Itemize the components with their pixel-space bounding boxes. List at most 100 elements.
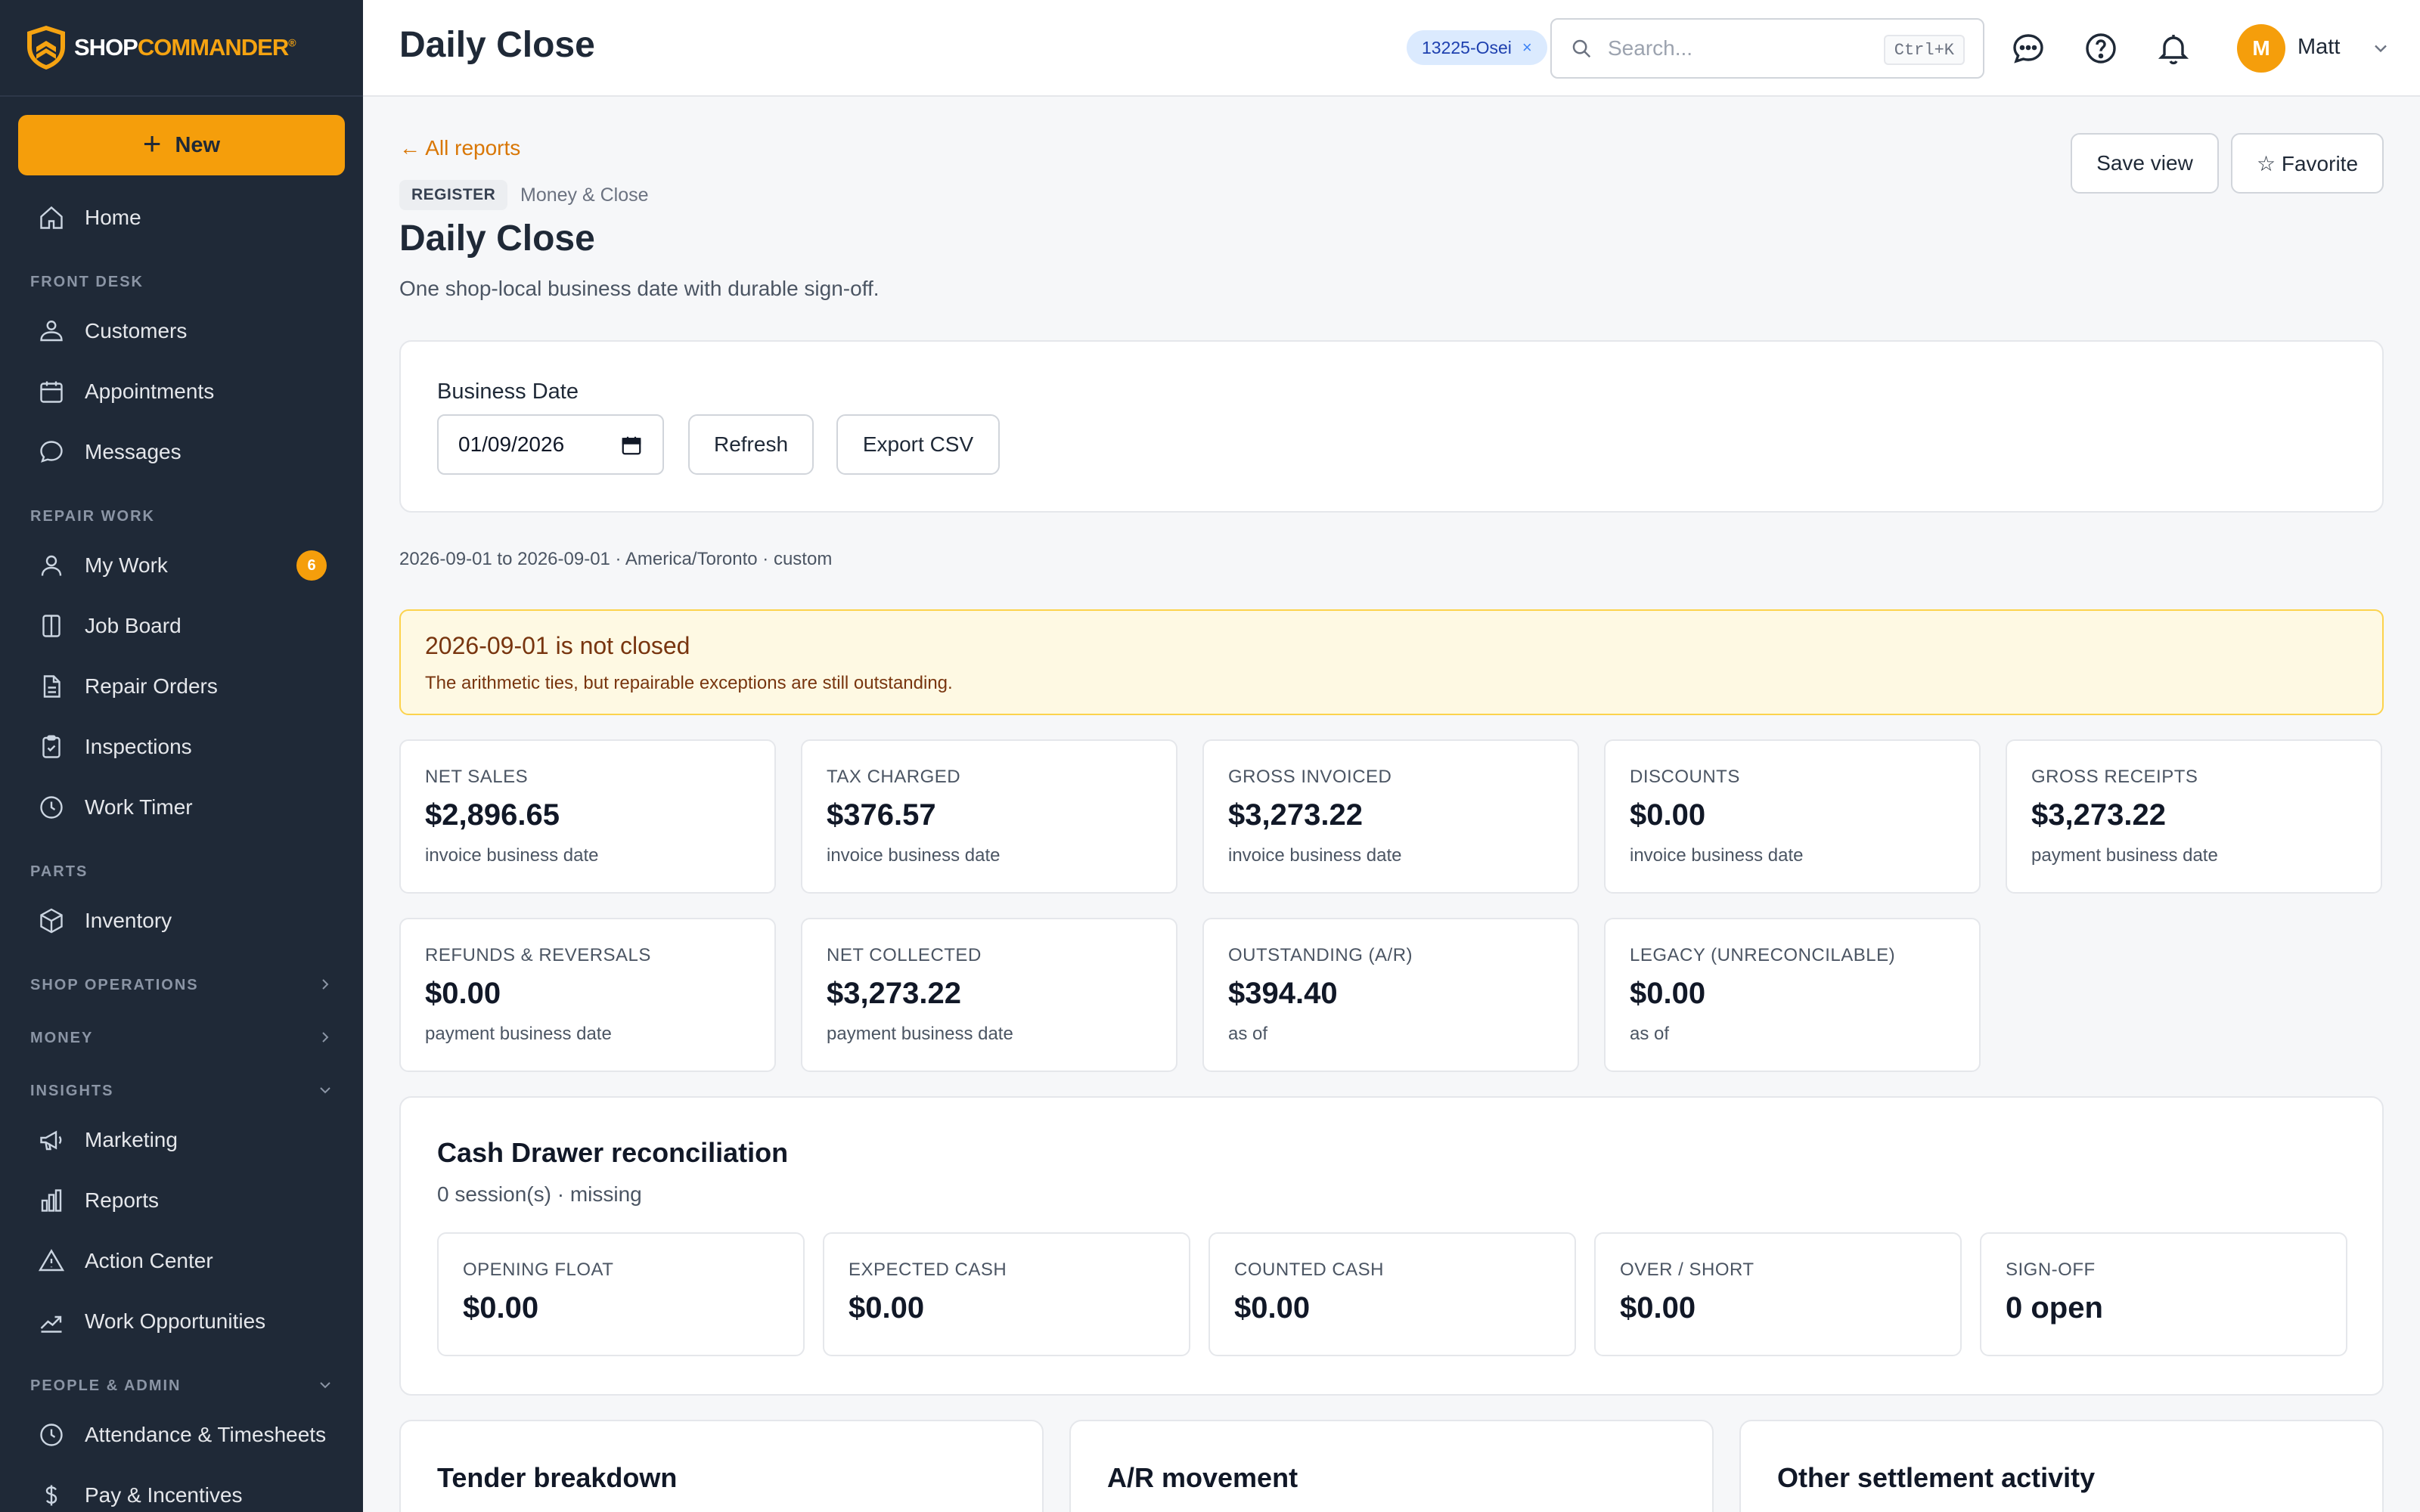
- metric-card: OUTSTANDING (A/R) $394.40 as of: [1202, 918, 1579, 1072]
- sidebar-item-label: Customers: [85, 319, 188, 342]
- not-closed-alert: 2026-09-01 is not closed The arithmetic …: [399, 609, 2384, 715]
- metric-value: $0.00: [1630, 977, 1706, 1010]
- sidebar-item-label: Appointments: [85, 380, 215, 403]
- sidebar-item-work-opportunities[interactable]: Work Opportunities: [0, 1297, 363, 1346]
- report-type-tag: REGISTER: [399, 180, 508, 210]
- metric-label: NET COLLECTED: [827, 945, 982, 965]
- brand-wordmark: SHOPCOMMANDER®: [74, 34, 296, 60]
- cash-drawer-stat: COUNTED CASH $0.00: [1208, 1232, 1576, 1356]
- metric-label: DISCOUNTS: [1630, 767, 1740, 787]
- metric-value: $0.00: [425, 977, 501, 1010]
- stat-label: OVER / SHORT: [1620, 1259, 1754, 1280]
- calendar-icon: [40, 381, 63, 403]
- clock-icon: [40, 1424, 63, 1446]
- export-csv-button[interactable]: Export CSV: [836, 414, 1000, 475]
- sidebar-item-home[interactable]: Home: [0, 194, 363, 242]
- warning-triangle-icon: [38, 1249, 65, 1272]
- chip-close-icon[interactable]: ×: [1522, 38, 1532, 57]
- location-chip[interactable]: 13225-Osei ×: [1407, 30, 1547, 65]
- search-input[interactable]: [1608, 36, 1865, 60]
- sidebar-item-my-work[interactable]: My Work 6: [0, 541, 363, 590]
- sidebar-item-messages[interactable]: Messages: [0, 428, 363, 476]
- favorite-button[interactable]: ☆ Favorite: [2231, 133, 2384, 194]
- sidebar-item-inventory[interactable]: Inventory: [0, 897, 363, 945]
- cash-drawer-stat: OVER / SHORT $0.00: [1594, 1232, 1962, 1356]
- nav-section-people-admin[interactable]: PEOPLE & ADMIN: [30, 1377, 330, 1395]
- metric-label: TAX CHARGED: [827, 767, 961, 787]
- other-settlement-card: Other settlement activity: [1739, 1420, 2384, 1512]
- filter-card: Business Date 01/09/2026 Refresh Export …: [399, 340, 2384, 513]
- dollar-icon: [45, 1485, 57, 1506]
- message-icon: [40, 441, 63, 463]
- sidebar-item-work-timer[interactable]: Work Timer: [0, 783, 363, 832]
- sidebar-item-marketing[interactable]: Marketing: [0, 1116, 363, 1164]
- user-name[interactable]: Matt: [2297, 35, 2340, 60]
- sidebar-item-attendance[interactable]: Attendance & Timesheets: [0, 1411, 363, 1459]
- nav-section-shop-operations[interactable]: SHOP OPERATIONS: [30, 977, 329, 994]
- metric-card: NET COLLECTED $3,273.22 payment business…: [801, 918, 1177, 1072]
- tender-breakdown-card: Tender breakdown: [399, 1420, 1044, 1512]
- nav-section-money[interactable]: MONEY: [30, 1030, 329, 1047]
- calendar-icon[interactable]: [620, 434, 643, 457]
- sidebar-item-label: Home: [85, 206, 141, 229]
- new-button[interactable]: + New: [18, 115, 345, 175]
- avatar[interactable]: M: [2237, 24, 2285, 73]
- sidebar-item-pay[interactable]: Pay & Incentives: [0, 1471, 363, 1512]
- cash-drawer-title: Cash Drawer reconciliation: [437, 1137, 789, 1168]
- sidebar-item-repair-orders[interactable]: Repair Orders: [0, 662, 363, 711]
- clipboard-check-icon: [42, 735, 60, 758]
- save-view-button[interactable]: Save view: [2071, 133, 2219, 194]
- sidebar-item-job-board[interactable]: Job Board: [0, 602, 363, 650]
- sidebar-item-label: Job Board: [85, 614, 182, 637]
- my-work-count-badge: 6: [296, 550, 327, 581]
- alert-body: The arithmetic ties, but repairable exce…: [425, 673, 953, 693]
- sidebar-item-appointments[interactable]: Appointments: [0, 367, 363, 416]
- cash-drawer-stat: OPENING FLOAT $0.00: [437, 1232, 805, 1356]
- chevron-down-icon[interactable]: [2370, 38, 2391, 59]
- business-date-label: Business Date: [437, 380, 579, 404]
- metric-basis: invoice business date: [827, 845, 1001, 866]
- chevron-right-icon: [322, 979, 329, 990]
- sidebar-item-customers[interactable]: Customers: [0, 307, 363, 355]
- brand-logo[interactable]: SHOPCOMMANDER®: [0, 0, 363, 97]
- board-icon: [42, 615, 60, 637]
- main-content: ← All reports Save view ☆ Favorite REGIS…: [363, 97, 2420, 1512]
- bell-icon[interactable]: [2155, 30, 2192, 67]
- metric-card: NET SALES $2,896.65 invoice business dat…: [399, 739, 776, 894]
- global-search[interactable]: Ctrl+K: [1550, 18, 1984, 79]
- shield-logo-icon: [27, 26, 65, 70]
- nav-section-insights[interactable]: INSIGHTS: [30, 1083, 330, 1100]
- clock-icon: [40, 796, 63, 819]
- business-date-input[interactable]: 01/09/2026: [437, 414, 664, 475]
- chat-icon[interactable]: [2010, 30, 2046, 67]
- page-subtitle: One shop-local business date with durabl…: [399, 277, 880, 300]
- card-title: A/R movement: [1107, 1462, 1298, 1493]
- nav-section-front-desk: FRONT DESK: [30, 274, 144, 290]
- back-to-reports-link[interactable]: ← All reports: [399, 136, 520, 160]
- refresh-button[interactable]: Refresh: [688, 414, 814, 475]
- sidebar-item-reports[interactable]: Reports: [0, 1176, 363, 1225]
- metric-card: GROSS INVOICED $3,273.22 invoice busines…: [1202, 739, 1579, 894]
- search-icon: [1572, 39, 1591, 58]
- help-icon[interactable]: [2083, 30, 2119, 67]
- sidebar-item-inspections[interactable]: Inspections: [0, 723, 363, 771]
- metric-basis: invoice business date: [1228, 845, 1402, 866]
- metric-value: $2,896.65: [425, 798, 560, 832]
- user-icon: [41, 555, 62, 576]
- metric-value: $0.00: [1630, 798, 1706, 832]
- home-icon: [40, 206, 63, 229]
- sidebar-item-action-center[interactable]: Action Center: [0, 1237, 363, 1285]
- nav-section-label: SHOP OPERATIONS: [30, 977, 199, 993]
- cash-drawer-subtitle: 0 session(s) · missing: [437, 1182, 642, 1206]
- metric-card: LEGACY (UNRECONCILABLE) $0.00 as of: [1604, 918, 1981, 1072]
- metric-label: GROSS RECEIPTS: [2031, 767, 2198, 787]
- stat-value: $0.00: [1234, 1291, 1311, 1325]
- report-category: Money & Close: [520, 184, 649, 206]
- metric-label: NET SALES: [425, 767, 529, 787]
- nav-section-label: MONEY: [30, 1030, 94, 1046]
- nav-section-repair-work: REPAIR WORK: [30, 508, 155, 525]
- metric-card: TAX CHARGED $376.57 invoice business dat…: [801, 739, 1177, 894]
- location-chip-label: 13225-Osei: [1422, 37, 1512, 57]
- sidebar-item-label: Attendance & Timesheets: [85, 1423, 327, 1446]
- cash-drawer-card: Cash Drawer reconciliation 0 session(s) …: [399, 1096, 2384, 1396]
